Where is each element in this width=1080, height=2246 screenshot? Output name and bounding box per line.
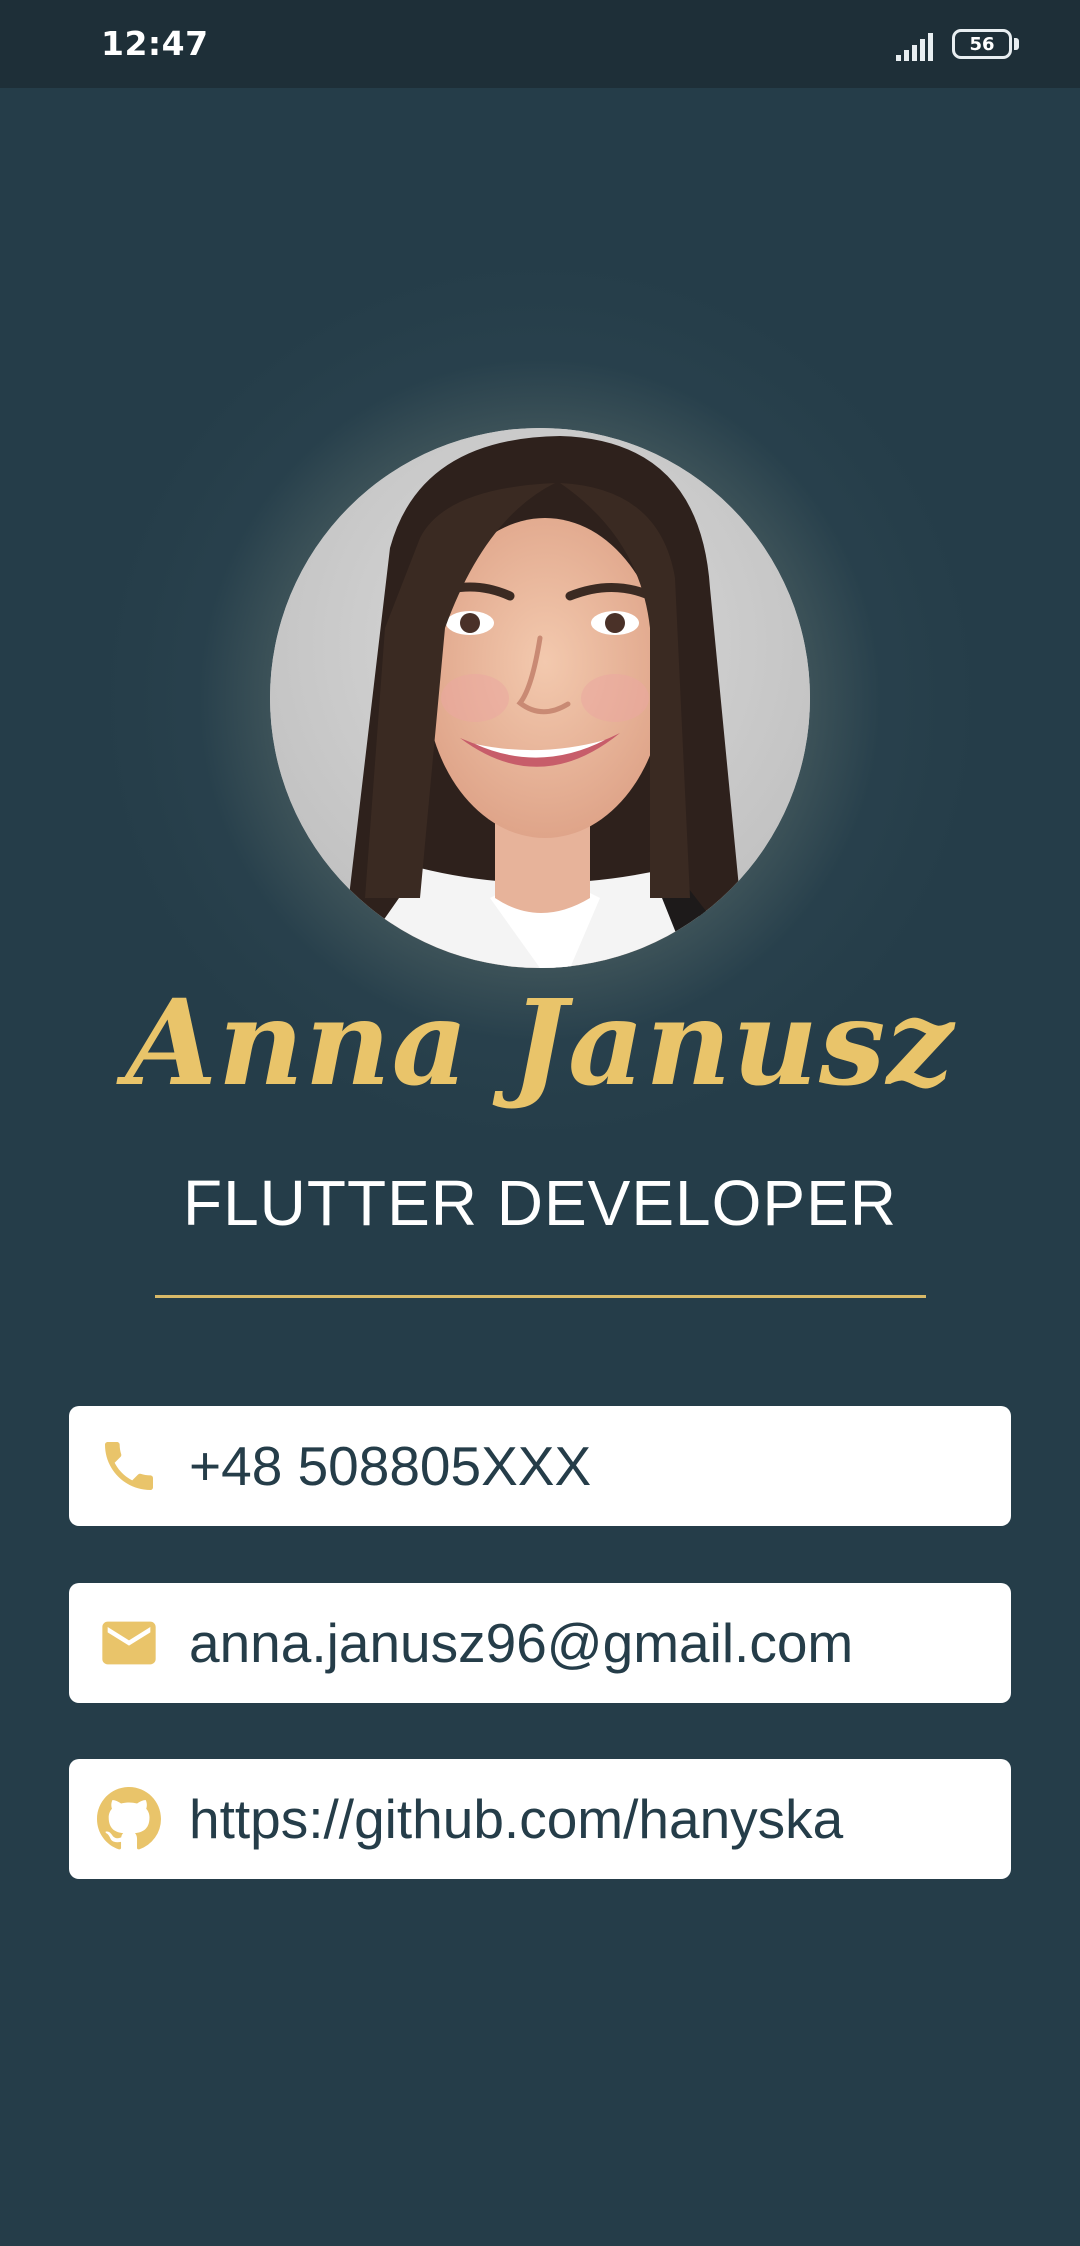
phone-icon — [105, 1442, 153, 1490]
phone-card[interactable]: +48 508805XXX — [69, 1406, 1011, 1526]
battery-tip — [1014, 38, 1019, 50]
email-address: anna.janusz96@gmail.com — [189, 1612, 854, 1674]
status-time: 12:47 — [101, 24, 209, 63]
status-bar: 12:47 56 — [0, 0, 1080, 88]
github-card[interactable]: https://github.com/hanyska — [69, 1759, 1011, 1879]
signal-icon — [896, 33, 933, 61]
profile-title: FLUTTER DEVELOPER — [182, 1167, 898, 1239]
email-icon — [102, 1621, 156, 1665]
battery-level: 56 — [952, 29, 1012, 59]
phone-number: +48 508805XXX — [189, 1435, 592, 1497]
profile-name: Anna Janusz — [125, 973, 955, 1112]
battery-icon: 56 — [952, 29, 1022, 63]
github-icon — [97, 1787, 161, 1850]
profile-photo — [270, 428, 810, 968]
github-url: https://github.com/hanyska — [189, 1788, 844, 1850]
email-card[interactable]: anna.janusz96@gmail.com — [69, 1583, 1011, 1703]
divider — [155, 1295, 926, 1298]
business-card-screen: 12:47 56 Anna Janusz FLUTTER DEVELOPER +… — [0, 0, 1080, 2246]
